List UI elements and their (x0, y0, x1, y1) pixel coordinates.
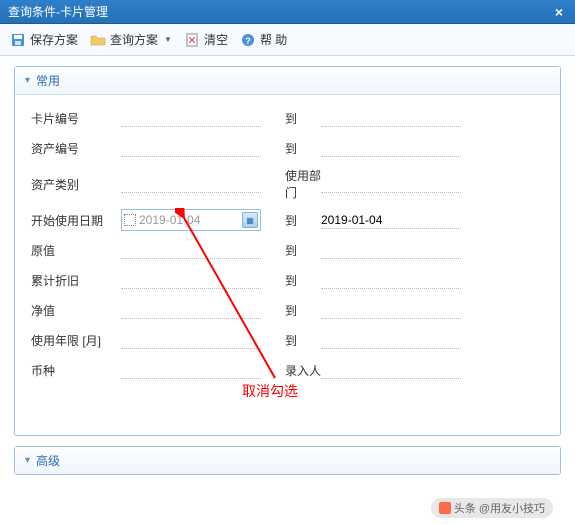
field-label: 原值 (31, 242, 121, 259)
save-icon (10, 32, 26, 48)
form-row: 累计折旧 到 (31, 269, 544, 291)
calendar-icon[interactable]: ▦ (242, 212, 258, 228)
form-row: 币种 录入人 (31, 359, 544, 381)
common-panel-body: 卡片编号 到 资产编号 到 资产类别 使用部门 开始使用日期 (15, 95, 560, 435)
titlebar: 查询条件-卡片管理 × (0, 0, 575, 24)
field-label: 币种 (31, 362, 121, 379)
start-date-to-input[interactable]: 2019-01-04 (321, 211, 461, 229)
query-scheme-button[interactable]: 查询方案 ▼ (90, 31, 172, 48)
field-label: 资产类别 (31, 176, 121, 193)
field-label: 使用年限 [月] (31, 332, 121, 349)
department-input[interactable] (321, 175, 461, 193)
field-label: 卡片编号 (31, 110, 121, 127)
useful-life-from-input[interactable] (121, 331, 261, 349)
field-label: 到 (261, 332, 321, 349)
toolbar: 保存方案 查询方案 ▼ 清空 ? 帮 助 (0, 24, 575, 56)
field-label: 使用部门 (261, 167, 321, 201)
clear-label: 清空 (204, 31, 228, 48)
form-row: 净值 到 (31, 299, 544, 321)
query-label: 查询方案 (110, 31, 158, 48)
save-label: 保存方案 (30, 31, 78, 48)
net-value-from-input[interactable] (121, 301, 261, 319)
badge-text: @用友小技巧 (479, 500, 545, 516)
chevron-down-icon: ▾ (25, 75, 30, 86)
help-label: 帮 助 (260, 31, 287, 48)
field-label: 到 (261, 242, 321, 259)
field-label: 到 (261, 302, 321, 319)
original-value-from-input[interactable] (121, 241, 261, 259)
advanced-panel-title: 高级 (36, 452, 60, 469)
field-label: 到 (261, 110, 321, 127)
depreciation-from-input[interactable] (121, 271, 261, 289)
field-label: 资产编号 (31, 140, 121, 157)
clear-button[interactable]: 清空 (184, 31, 228, 48)
asset-number-from-input[interactable] (121, 139, 261, 157)
net-value-to-input[interactable] (321, 301, 461, 319)
form-row: 资产编号 到 (31, 137, 544, 159)
date-to-value: 2019-01-04 (321, 213, 382, 227)
annotation-label: 取消勾选 (242, 381, 298, 401)
advanced-panel: ▾ 高级 (14, 446, 561, 475)
creator-input[interactable] (321, 361, 461, 379)
help-button[interactable]: ? 帮 助 (240, 31, 287, 48)
field-label: 录入人 (261, 362, 321, 379)
asset-number-to-input[interactable] (321, 139, 461, 157)
advanced-panel-header[interactable]: ▾ 高级 (15, 447, 560, 474)
content-area: ▾ 常用 卡片编号 到 资产编号 到 资产类别 使用部门 (0, 56, 575, 495)
field-label: 净值 (31, 302, 121, 319)
chevron-down-icon: ▾ (25, 455, 30, 466)
field-label: 开始使用日期 (31, 212, 121, 229)
form-row: 卡片编号 到 (31, 107, 544, 129)
form-row: 资产类别 使用部门 (31, 167, 544, 201)
date-value: 2019-01-04 (139, 213, 242, 227)
depreciation-to-input[interactable] (321, 271, 461, 289)
common-panel-title: 常用 (36, 72, 60, 89)
asset-category-input[interactable] (121, 175, 261, 193)
badge-prefix: 头条 (454, 500, 476, 516)
common-panel: ▾ 常用 卡片编号 到 资产编号 到 资产类别 使用部门 (14, 66, 561, 436)
original-value-to-input[interactable] (321, 241, 461, 259)
window-title: 查询条件-卡片管理 (8, 3, 108, 20)
toutiao-icon (439, 502, 451, 514)
useful-life-to-input[interactable] (321, 331, 461, 349)
close-icon[interactable]: × (551, 4, 567, 20)
form-row: 原值 到 (31, 239, 544, 261)
watermark-badge: 头条 @用友小技巧 (431, 498, 553, 518)
field-label: 到 (261, 140, 321, 157)
field-label: 到 (261, 272, 321, 289)
date-enable-checkbox[interactable] (124, 214, 136, 226)
svg-text:?: ? (245, 36, 251, 46)
save-scheme-button[interactable]: 保存方案 (10, 31, 78, 48)
field-label: 累计折旧 (31, 272, 121, 289)
form-row: 使用年限 [月] 到 (31, 329, 544, 351)
field-label: 到 (261, 212, 321, 229)
card-number-from-input[interactable] (121, 109, 261, 127)
help-icon: ? (240, 32, 256, 48)
start-date-from-input[interactable]: 2019-01-04 ▦ (121, 209, 261, 231)
folder-icon (90, 32, 106, 48)
common-panel-header[interactable]: ▾ 常用 (15, 67, 560, 95)
clear-icon (184, 32, 200, 48)
card-number-to-input[interactable] (321, 109, 461, 127)
form-row: 开始使用日期 2019-01-04 ▦ 到 2019-01-04 (31, 209, 544, 231)
currency-input[interactable] (121, 361, 261, 379)
chevron-down-icon: ▼ (164, 35, 172, 44)
